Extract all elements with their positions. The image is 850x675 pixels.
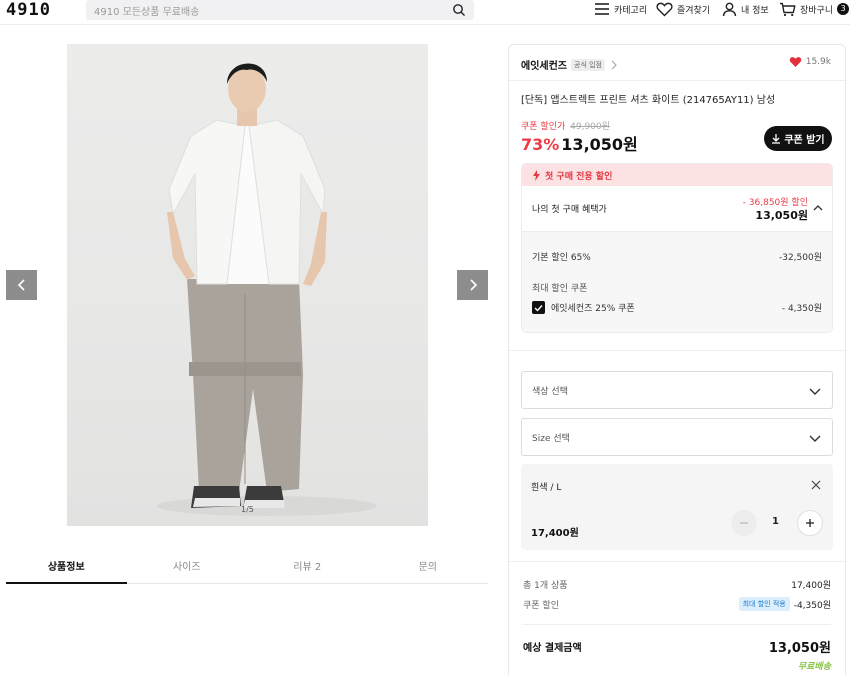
header-divider xyxy=(0,24,850,25)
model-illustration xyxy=(157,63,377,516)
like-button[interactable]: 15.9k xyxy=(789,56,831,68)
minus-icon xyxy=(740,522,748,524)
summary-coupon-right: 최대 할인 적용 -4,350원 xyxy=(738,597,831,611)
cart-icon xyxy=(780,2,796,16)
sale-price: 13,050원 xyxy=(561,135,638,154)
header: 4910 4910 모든상품 무료배송 카테고리 즐겨찾기 내 정보 장바구니 … xyxy=(0,0,850,22)
first-purchase-header: 첫 구매 전용 할인 xyxy=(522,164,832,186)
quantity-value: 1 xyxy=(772,516,779,527)
coupon-checkbox[interactable] xyxy=(532,301,545,314)
nav-favorites[interactable]: 즐겨찾기 xyxy=(656,0,710,18)
nav-favorites-label: 즐겨찾기 xyxy=(677,5,711,16)
user-icon xyxy=(722,2,737,16)
nav-category[interactable]: 카테고리 xyxy=(594,0,647,18)
product-title: [단독] 앱스트렉트 프린트 셔츠 화이트 (214765AY11) 남성 xyxy=(521,95,776,106)
nav-cart-label: 장바구니 xyxy=(800,5,834,16)
tab-reviews[interactable]: 리뷰 2 xyxy=(247,553,368,583)
chevron-down-icon xyxy=(809,435,821,442)
like-count: 15.9k xyxy=(805,57,831,67)
get-coupon-label: 쿠폰 받기 xyxy=(784,135,825,146)
selected-option-name: 흰색 / L xyxy=(531,483,562,493)
product-image[interactable]: 1/5 xyxy=(67,44,428,526)
plus-icon xyxy=(806,519,814,527)
purchase-panel: 에잇세컨즈 공식 입점 15.9k [단독] 앱스트렉트 프린트 셔츠 화이트 … xyxy=(508,44,846,675)
image-counter: 1/5 xyxy=(241,505,254,514)
size-select-label: Size 선택 xyxy=(532,434,570,444)
chevron-up-icon xyxy=(813,205,823,211)
selected-option-price: 17,400원 xyxy=(531,528,579,539)
discount-detail: 기본 할인 65% -32,500원 최대 할인 쿠폰 에잇세컨즈 25% 쿠폰… xyxy=(522,232,832,332)
nav-cart[interactable]: 장바구니 3 xyxy=(779,0,850,18)
size-select[interactable]: Size 선택 xyxy=(521,418,833,456)
summary-count-label: 총 1개 상품 xyxy=(523,581,568,591)
heart-outline-icon xyxy=(656,2,673,16)
first-purchase-benefit-toggle[interactable]: 나의 첫 구매 혜택가 - 36,850원 할인 13,050원 xyxy=(522,186,832,232)
quantity-decrease-button[interactable] xyxy=(731,510,757,536)
free-shipping-label: 무료배송 xyxy=(797,662,831,672)
nav-my-info-label: 내 정보 xyxy=(741,5,769,16)
menu-icon xyxy=(595,3,609,15)
search-bar[interactable]: 4910 모든상품 무료배송 xyxy=(86,0,474,20)
first-purchase-box: 첫 구매 전용 할인 나의 첫 구매 혜택가 - 36,850원 할인 13,0… xyxy=(521,163,833,333)
coupon-row: 에잇세컨즈 25% 쿠폰 - 4,350원 xyxy=(532,301,822,314)
coupon-name: 에잇세컨즈 25% 쿠폰 xyxy=(551,304,635,314)
chevron-right-icon xyxy=(469,279,477,291)
coupon-checkbox-wrap[interactable]: 에잇세컨즈 25% 쿠폰 xyxy=(532,301,635,314)
summary-count-row: 총 1개 상품 17,400원 xyxy=(523,578,831,591)
prev-image-button[interactable] xyxy=(6,270,37,300)
brand-name: 에잇세컨즈 xyxy=(521,61,567,72)
base-discount-value: -32,500원 xyxy=(778,253,822,263)
color-select-label: 색상 선택 xyxy=(532,387,568,397)
search-icon[interactable] xyxy=(452,3,466,17)
close-icon[interactable] xyxy=(811,480,821,490)
base-discount-label: 기본 할인 65% xyxy=(532,253,591,263)
chevron-left-icon xyxy=(17,279,25,291)
divider xyxy=(509,80,845,81)
check-icon xyxy=(534,304,543,312)
cart-count-badge: 3 xyxy=(837,3,850,15)
quantity-increase-button[interactable] xyxy=(797,510,823,536)
summary-coupon-value: -4,350원 xyxy=(793,600,831,611)
divider xyxy=(523,624,831,625)
divider xyxy=(509,350,845,351)
tab-inquiry[interactable]: 문의 xyxy=(368,553,489,583)
chevron-right-icon xyxy=(611,60,617,69)
product-tabs: 상품정보 사이즈 리뷰 2 문의 xyxy=(6,553,488,584)
nav-category-label: 카테고리 xyxy=(614,5,648,16)
max-coupon-label: 최대 할인 쿠폰 xyxy=(532,284,588,294)
nav-my-info[interactable]: 내 정보 xyxy=(722,0,769,18)
get-coupon-button[interactable]: 쿠폰 받기 xyxy=(764,126,832,151)
brand-link[interactable]: 에잇세컨즈 공식 입점 xyxy=(521,57,619,72)
search-input[interactable]: 4910 모든상품 무료배송 xyxy=(94,3,199,18)
tab-size[interactable]: 사이즈 xyxy=(127,553,248,583)
site-logo[interactable]: 4910 xyxy=(6,0,51,20)
selected-option: 흰색 / L 17,400원 1 xyxy=(521,464,833,550)
summary-coupon-row: 쿠폰 할인 최대 할인 적용 -4,350원 xyxy=(523,597,831,611)
divider xyxy=(509,561,845,562)
total-label: 예상 결제금액 xyxy=(523,643,582,654)
official-store-badge: 공식 입점 xyxy=(571,58,605,71)
color-select[interactable]: 색상 선택 xyxy=(521,371,833,409)
summary-count-value: 17,400원 xyxy=(791,581,831,591)
price-row: 73% 13,050원 xyxy=(521,131,638,155)
chevron-down-icon xyxy=(809,388,821,395)
coupon-value: - 4,350원 xyxy=(781,304,822,314)
discount-percent: 73% xyxy=(521,135,560,154)
heart-filled-icon xyxy=(789,57,801,67)
benefit-label: 나의 첫 구매 혜택가 xyxy=(532,205,607,215)
max-discount-badge: 최대 할인 적용 xyxy=(738,597,790,611)
benefit-price: 13,050원 xyxy=(755,209,808,222)
next-image-button[interactable] xyxy=(457,270,488,300)
summary-coupon-label: 쿠폰 할인 xyxy=(523,600,559,611)
base-discount-row: 기본 할인 65% -32,500원 xyxy=(532,250,822,263)
download-icon xyxy=(772,134,781,144)
tab-product-info[interactable]: 상품정보 xyxy=(6,553,127,584)
bolt-icon xyxy=(533,169,540,181)
total-value: 13,050원 xyxy=(768,641,831,656)
first-purchase-title: 첫 구매 전용 할인 xyxy=(545,171,613,182)
